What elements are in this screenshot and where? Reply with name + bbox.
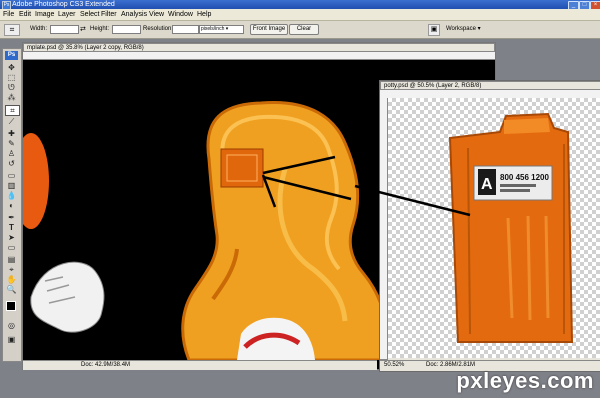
swap-icon[interactable]: ⇄: [80, 25, 86, 33]
blur-icon[interactable]: 💧: [5, 191, 18, 200]
tools-panel: Ps ✥ ⬚ ᘎ ⁂ ⌗ ⟋ ✚ ✎ ♙ ↺ ▭ ▥ 💧 ◐ ✒ T ➤ ▭ ▤…: [2, 48, 22, 362]
healing-brush-icon[interactable]: ✚: [5, 129, 18, 138]
path-selection-icon[interactable]: ➤: [5, 233, 18, 242]
crop-icon[interactable]: ⌗: [5, 105, 20, 116]
doc-right-ruler-vertical: [380, 98, 388, 360]
shape-icon[interactable]: ▭: [5, 243, 18, 252]
menu-edit[interactable]: Edit: [19, 9, 31, 20]
label-phone: 800 456 1200: [500, 173, 549, 182]
hand-icon[interactable]: ✋: [5, 275, 18, 284]
menu-image[interactable]: Image: [35, 9, 54, 20]
options-bar: ⌗ Width: ⇄ Height: Resolution: pixels/in…: [0, 21, 600, 39]
menu-select[interactable]: Select: [80, 9, 99, 20]
doc-left-titlebar: mplate.psd @ 35.8% (Layer 2 copy, RGB/8): [23, 43, 495, 52]
menu-file[interactable]: File: [3, 9, 14, 20]
height-field[interactable]: [112, 25, 141, 34]
magic-wand-icon[interactable]: ⁂: [5, 93, 18, 102]
workspace-menu[interactable]: Workspace ▾: [446, 25, 481, 33]
marquee-icon[interactable]: ⬚: [5, 73, 18, 82]
brush-icon[interactable]: ✎: [5, 139, 18, 148]
pen-icon[interactable]: ✒: [5, 213, 18, 222]
menu-help[interactable]: Help: [197, 9, 211, 20]
front-image-button[interactable]: Front Image: [250, 24, 288, 35]
label-letter: A: [481, 176, 493, 193]
doc-right-canvas[interactable]: A 800 456 1200: [388, 98, 600, 358]
doc-left-statusbar: Doc: 42.9M/38.4M: [23, 360, 377, 370]
gradient-icon[interactable]: ▥: [5, 181, 18, 190]
lasso-icon[interactable]: ᘎ: [5, 83, 18, 92]
menu-bar: File Edit Image Layer Select Filter Anal…: [0, 9, 600, 21]
move-icon[interactable]: ✥: [5, 63, 18, 72]
menu-layer[interactable]: Layer: [58, 9, 76, 20]
eyedropper-icon[interactable]: ⌖: [5, 265, 18, 274]
resolution-field[interactable]: [172, 25, 199, 34]
eraser-icon[interactable]: ▭: [5, 171, 18, 180]
notes-icon[interactable]: ▤: [5, 255, 18, 264]
screen-mode-icon[interactable]: ▣: [5, 335, 18, 344]
width-label: Width:: [30, 26, 48, 32]
doc-right-title: potty.psd @ 50.5% (Layer 2, RGB/8): [384, 83, 482, 89]
workspace-icon[interactable]: ▣: [428, 24, 440, 36]
app-title-bar: Ps Adobe Photoshop CS3 Extended _ □ ×: [0, 0, 600, 10]
width-field[interactable]: [50, 25, 79, 34]
menu-window[interactable]: Window: [168, 9, 193, 20]
type-icon[interactable]: T: [5, 223, 18, 232]
resolution-unit-value: pixels/inch: [201, 26, 225, 32]
white-glove-shape: [30, 261, 105, 333]
potty-illustration: A 800 456 1200: [448, 112, 574, 343]
app-title: Adobe Photoshop CS3 Extended: [12, 1, 115, 8]
watermark-text: pxleyes.com: [456, 368, 594, 393]
resolution-label: Resolution:: [143, 26, 174, 32]
doc-right-zoom[interactable]: 50.52%: [384, 361, 404, 370]
clone-stamp-icon[interactable]: ♙: [5, 149, 18, 158]
menu-filter[interactable]: Filter: [101, 9, 117, 20]
doc-left-title: mplate.psd @ 35.8% (Layer 2 copy, RGB/8): [27, 45, 144, 51]
quick-mask-icon[interactable]: ◎: [5, 321, 18, 330]
orange-ball-shape: [23, 133, 49, 229]
slice-icon[interactable]: ⟋: [5, 117, 18, 126]
menu-analysis[interactable]: Analysis: [121, 9, 147, 20]
doc-left-doc-size: Doc: 42.9M/38.4M: [81, 362, 131, 368]
tools-logo: Ps: [5, 51, 18, 60]
clear-button[interactable]: Clear: [289, 24, 319, 35]
zoom-icon[interactable]: 🔍: [5, 285, 18, 294]
document-window-potty: potty.psd @ 50.5% (Layer 2, RGB/8) A 800…: [379, 80, 600, 372]
height-label: Height:: [90, 26, 110, 32]
history-brush-icon[interactable]: ↺: [5, 159, 18, 168]
resolution-unit-select[interactable]: pixels/inch ▾: [199, 25, 244, 34]
doc-right-titlebar: potty.psd @ 50.5% (Layer 2, RGB/8): [380, 81, 600, 90]
foreground-color-swatch[interactable]: [6, 301, 16, 311]
dodge-icon[interactable]: ◐: [5, 201, 18, 210]
crop-tool-preset-icon[interactable]: ⌗: [4, 24, 20, 36]
menu-view[interactable]: View: [149, 9, 164, 20]
